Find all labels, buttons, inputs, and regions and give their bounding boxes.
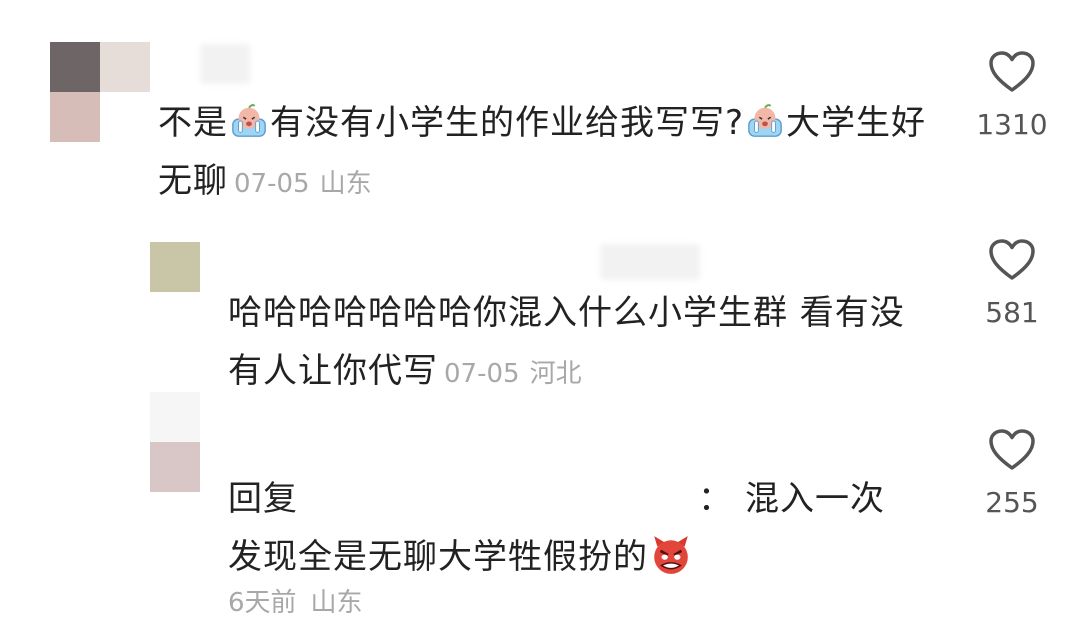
comment-date: 07-05 [444, 359, 520, 389]
heart-icon [989, 239, 1035, 280]
comment-location: 山东 [310, 588, 363, 618]
comment-meta: 6天前 山东 [228, 582, 363, 619]
avatar[interactable] [50, 42, 150, 142]
comment-location: 山东 [319, 169, 372, 199]
angry-devil-emoji-icon [654, 536, 688, 574]
reply-prefix: 回复 [228, 479, 298, 519]
comment-text: 哈哈哈哈哈哈哈你混入什么小学生群 看有没有人让你代写 07-05 河北 [228, 284, 928, 403]
crying-baby-emoji-icon [232, 104, 266, 137]
crying-baby-emoji-icon [748, 104, 782, 137]
like-count: 581 [985, 296, 1039, 329]
like-count: 255 [985, 486, 1039, 519]
heart-icon [989, 429, 1035, 470]
comment-text-line2: 发现全是无聊大学牲假扮的 [228, 537, 648, 577]
comment-meta: 07-05 山东 [234, 169, 372, 199]
comment-text: 回复 ： 混入一次发现全是无聊大学牲假扮的 [228, 470, 928, 586]
comment-text: 不是 有没有小学生的作业给我写写? 大学生好无聊 07-05 山东 [158, 94, 958, 213]
comment-date: 07-05 [234, 169, 310, 199]
comment-text-middle: 有没有小学生的作业给我写写? [270, 103, 745, 143]
comment-text-line1: 混入一次 [745, 479, 885, 519]
reply-colon: ： [698, 479, 733, 519]
username[interactable] [600, 244, 700, 280]
comment-location: 河北 [529, 359, 582, 389]
like-count: 1310 [976, 108, 1048, 141]
username[interactable] [200, 44, 250, 84]
like-button[interactable]: 581 [967, 238, 1057, 329]
comment-meta: 07-05 河北 [444, 359, 582, 389]
comment-text-start: 不是 [158, 103, 228, 143]
comment-time: 6天前 [228, 588, 297, 618]
like-button[interactable]: 255 [967, 428, 1057, 519]
heart-icon [989, 51, 1035, 92]
like-button[interactable]: 1310 [967, 50, 1057, 141]
